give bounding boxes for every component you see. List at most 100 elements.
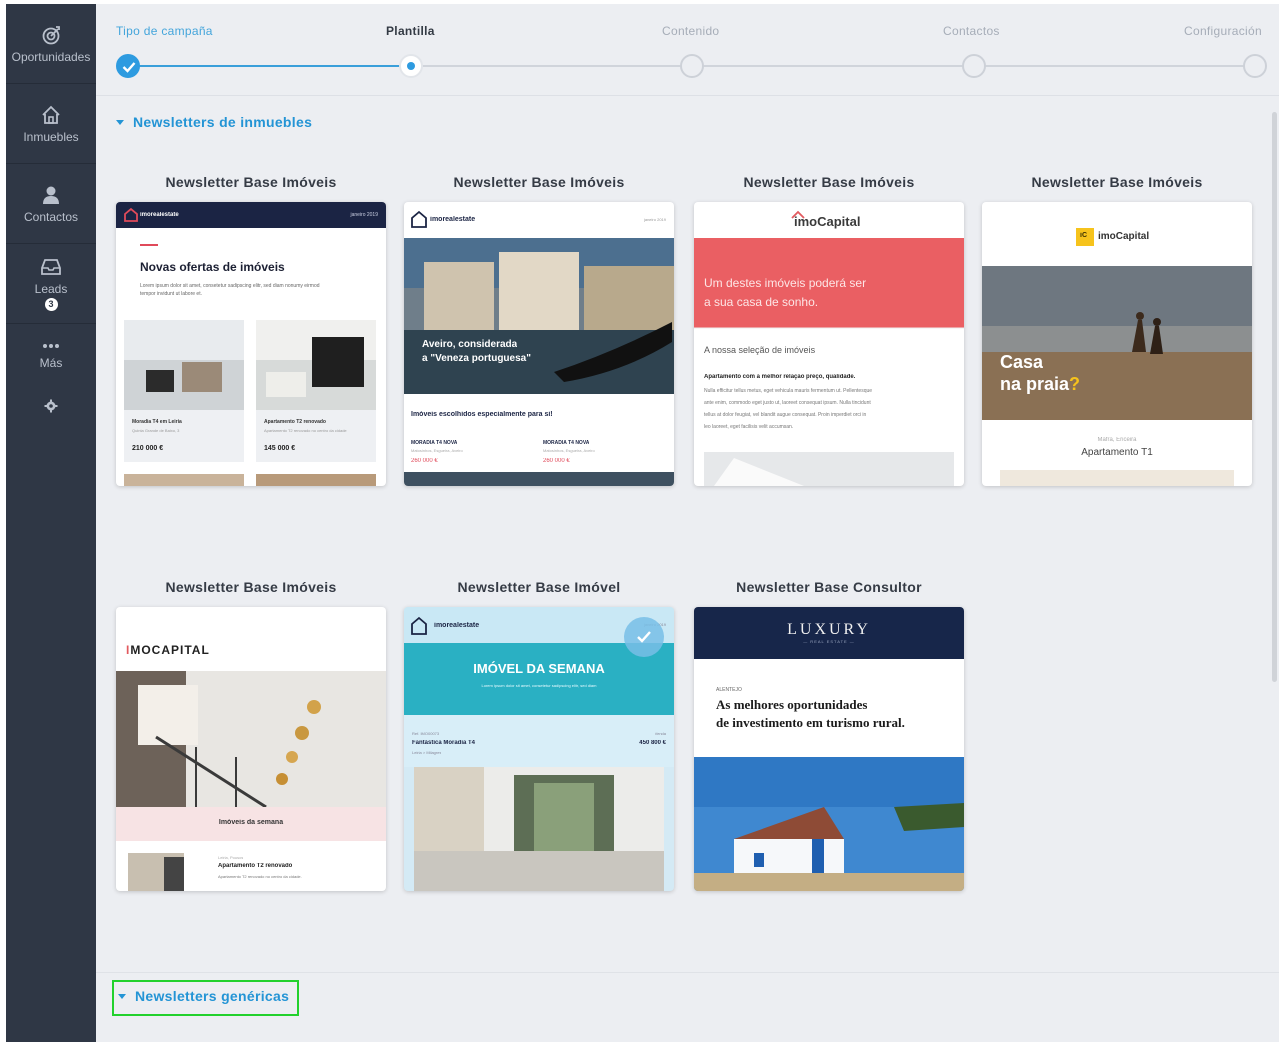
preview-caption: Imóveis escolhidos especialmente para si… xyxy=(411,411,553,418)
preview-p2-sub: Matosinhos, Esgueira, Aveiro xyxy=(543,448,595,453)
template-title: Newsletter Base Imóveis xyxy=(453,174,625,190)
sidebar: Oportunidades Inmuebles Contactos Leads … xyxy=(6,4,96,1042)
template-preview[interactable]: imorealestate janeiro 2019 Aveiro, consi… xyxy=(404,202,674,486)
preview-brand: imorealestate xyxy=(140,212,179,218)
template-card-selected: Newsletter Base Imóvel imorealestate jan… xyxy=(404,579,674,891)
caret-down-icon xyxy=(118,993,126,999)
template-preview[interactable]: IMOCAPITAL Imóveis da semana Leiria, Pou… xyxy=(116,607,386,891)
preview-bold: Apartamento com a melhor relação preço, … xyxy=(704,374,856,380)
preview-banner-line1: Um destes imóveis poderá ser xyxy=(704,276,867,290)
section-divider xyxy=(96,972,1279,973)
section-title: Newsletters genéricas xyxy=(135,988,290,1004)
target-icon xyxy=(40,24,62,46)
selected-check-badge xyxy=(624,617,664,657)
sidebar-item-contactos[interactable]: Contactos xyxy=(6,164,96,244)
preview-lorem: Lorem ipsum dolor sit amet, consetetur s… xyxy=(481,683,597,688)
preview-brand: imorealestate xyxy=(434,622,480,629)
preview-heading: IMÓVEL DA SEMANA xyxy=(473,661,605,676)
step-tipo-campana-dot[interactable] xyxy=(116,54,140,78)
sidebar-item-settings[interactable] xyxy=(6,386,96,430)
preview-body4: leo laoreet, eget facilisis velit accums… xyxy=(704,424,794,430)
preview-prop2-name: Apartamento T2 renovado xyxy=(264,419,326,425)
preview-p1-price: 260 000 € xyxy=(411,458,438,464)
preview-layout xyxy=(694,210,964,486)
preview-p1-name: MORADIA T4 NOVA xyxy=(411,440,458,446)
preview-logo-mark: iC xyxy=(1080,232,1087,239)
step-contactos-dot xyxy=(962,54,986,78)
template-preview[interactable]: imorealestate janeiro 2019 Novas ofertas… xyxy=(116,202,386,486)
step-contenido-dot xyxy=(680,54,704,78)
template-card: Newsletter Base Consultor LUXURY — REAL … xyxy=(694,579,964,891)
preview-hero-line1: Aveiro, considerada xyxy=(422,339,518,350)
template-preview[interactable]: imoCapital Um destes imóveis poderá ser … xyxy=(694,202,964,486)
preview-brand: imoCapital xyxy=(794,214,861,229)
more-dots-icon xyxy=(40,340,62,352)
preview-hero-line1: Casa xyxy=(1000,352,1044,372)
preview-section: A nossa seleção de imóveis xyxy=(704,345,816,355)
preview-prop1-price: 210 000 € xyxy=(132,445,164,452)
preview-date: janeiro 2019 xyxy=(643,217,666,222)
template-preview[interactable]: imorealestate janeiro 2019 IMÓVEL DA SEM… xyxy=(404,607,674,891)
preview-hero-question: ? xyxy=(1069,374,1081,394)
sidebar-item-mas[interactable]: Más xyxy=(6,324,96,386)
step-plantilla-dot xyxy=(399,54,423,78)
preview-hero-line2: na praia xyxy=(1000,374,1070,394)
main-content: Tipo de campaña Plantilla Contenido Cont… xyxy=(96,4,1279,1042)
template-title: Newsletter Base Imóveis xyxy=(743,174,915,190)
stepper-track-line xyxy=(418,65,1266,67)
house-icon xyxy=(40,104,62,126)
inbox-icon xyxy=(40,256,62,278)
preview-body2: ante enim, commodo eget justo ut, laoree… xyxy=(704,400,871,406)
preview-layout xyxy=(116,202,386,486)
template-preview[interactable]: iC imoCapital Casa na praia? Mafra, Eric… xyxy=(982,202,1252,486)
sidebar-item-label: Leads xyxy=(34,282,68,296)
template-title: Newsletter Base Imóveis xyxy=(165,579,337,595)
template-title: Newsletter Base Imóveis xyxy=(165,174,337,190)
preview-p2-name: MORADIA T4 NOVA xyxy=(543,440,590,446)
preview-location: Mafra, Ericeira xyxy=(1097,437,1137,443)
step-contenido-label: Contenido xyxy=(662,24,720,38)
caret-down-icon xyxy=(116,119,124,125)
template-title: Newsletter Base Imóveis xyxy=(1031,174,1203,190)
section-title: Newsletters de inmuebles xyxy=(133,114,313,130)
step-contactos-label: Contactos xyxy=(943,24,1000,38)
preview-hero-line2: a "Veneza portuguesa" xyxy=(422,353,531,364)
step-configuracion-label: Configuración xyxy=(1184,24,1262,38)
template-card: Newsletter Base Imóveis imoCapital Um de… xyxy=(694,174,964,486)
section-toggle-inmuebles[interactable]: Newsletters de inmuebles xyxy=(116,114,312,130)
sidebar-item-oportunidades[interactable]: Oportunidades xyxy=(6,4,96,84)
step-plantilla-label: Plantilla xyxy=(386,24,435,38)
preview-name: Apartamento T2 renovado xyxy=(218,863,293,869)
step-configuracion-dot xyxy=(1243,54,1267,78)
preview-desc: Apartamento T2 renovado no centro da cid… xyxy=(218,874,302,879)
preview-hero-line2-wrap: na praia? xyxy=(1000,374,1080,395)
preview-layout xyxy=(694,607,964,891)
stepper-progress-line xyxy=(136,65,406,67)
sidebar-item-inmuebles[interactable]: Inmuebles xyxy=(6,84,96,164)
check-icon xyxy=(122,62,136,73)
step-tipo-campana-label[interactable]: Tipo de campaña xyxy=(116,24,213,38)
template-preview[interactable]: LUXURY — REAL ESTATE — ALENTEJO As melho… xyxy=(694,607,964,891)
preview-location: Leiria, Pousos xyxy=(218,855,244,860)
preview-body3: tellus at dolor feugiat, vel blandit aug… xyxy=(704,412,867,418)
sidebar-item-label: Contactos xyxy=(23,209,79,224)
gear-icon xyxy=(44,399,58,413)
template-title: Newsletter Base Consultor xyxy=(736,579,922,595)
preview-prop1-sub: Quinta Grande de Baixo, 3 xyxy=(132,428,180,433)
preview-line2: de investimento em turismo rural. xyxy=(716,715,905,730)
preview-brand: imorealestate xyxy=(430,216,476,223)
template-title: Newsletter Base Imóvel xyxy=(457,579,621,595)
scrollbar-thumb[interactable] xyxy=(1272,112,1277,682)
preview-price: 450 800 € xyxy=(639,740,666,746)
preview-prop2-sub: Apartamento T2 renovado no centro da cid… xyxy=(264,428,347,433)
preview-heading: Novas ofertas de imóveis xyxy=(140,260,285,274)
preview-brand: imoCapital xyxy=(1098,231,1150,242)
preview-p1-sub: Matosinhos, Esgueira, Aveiro xyxy=(411,448,463,453)
campaign-stepper: Tipo de campaña Plantilla Contenido Cont… xyxy=(96,4,1279,96)
preview-banner-line2: a sua casa de sonho. xyxy=(704,295,819,309)
sidebar-item-label: Más xyxy=(39,356,63,370)
section-toggle-genericas[interactable]: Newsletters genéricas xyxy=(112,980,300,1016)
preview-name: Apartamento T1 xyxy=(1081,447,1153,458)
sidebar-item-leads[interactable]: Leads 3 xyxy=(6,244,96,324)
sidebar-item-label: Oportunidades xyxy=(11,49,91,64)
